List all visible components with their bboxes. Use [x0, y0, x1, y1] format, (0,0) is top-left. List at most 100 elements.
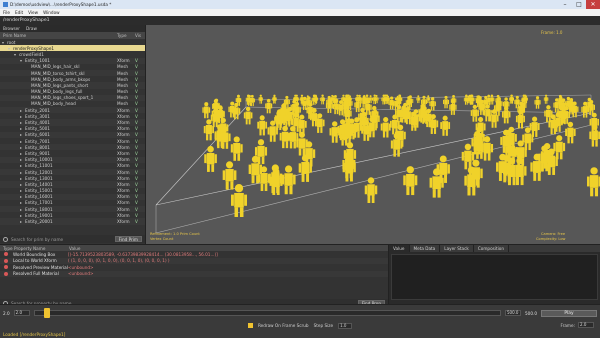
prim-name-label: Entity_4001 — [25, 120, 50, 126]
step-size-field[interactable]: 1.0 — [338, 322, 353, 329]
column-vis[interactable]: Vis — [135, 33, 145, 38]
prim-vis-toggle[interactable]: V — [135, 95, 145, 100]
prim-name-label: Entity_7001 — [25, 138, 50, 144]
maximize-button[interactable]: □ — [572, 0, 586, 9]
prim-vis-toggle[interactable]: V — [135, 132, 145, 137]
prim-vis-toggle[interactable]: V — [135, 58, 145, 63]
tab-value[interactable]: Value — [389, 245, 410, 252]
prim-search-input[interactable]: Search for prim by name — [11, 237, 112, 242]
prim-vis-toggle[interactable]: V — [135, 77, 145, 82]
prim-tree-row[interactable]: MAN_MID_legs_shoes_sport_1 Mesh V — [0, 94, 145, 101]
play-button[interactable]: Play — [541, 309, 597, 317]
prim-vis-toggle[interactable]: V — [135, 157, 145, 162]
close-button[interactable]: ✕ — [586, 0, 600, 9]
prim-tree-row[interactable]: ▸ Entity_11001 Xform V — [0, 163, 145, 169]
prim-vis-toggle[interactable]: V — [135, 126, 145, 131]
prim-vis-toggle[interactable]: V — [135, 188, 145, 193]
prim-tree-row[interactable]: MAN_MID_legs_pants_short Mesh V — [0, 82, 145, 89]
prim-tree-row[interactable]: ▸ Entity_8001 Xform V — [0, 144, 145, 151]
prim-tree-row[interactable]: ▸ Entity_3001 Xform V — [0, 113, 145, 119]
prim-tree-row[interactable]: MAN_MID_body_arms_bkops Mesh V — [0, 76, 145, 82]
prim-path-field[interactable]: /renderProxyShape1 — [3, 18, 50, 23]
prim-vis-toggle[interactable]: V — [135, 108, 145, 113]
prim-vis-toggle[interactable]: V — [135, 89, 145, 94]
tab-composition[interactable]: Composition — [474, 245, 509, 252]
prim-tree-row[interactable]: ▸ Entity_2001 Xform V — [0, 107, 145, 114]
frame-field[interactable]: 2.0 — [578, 322, 594, 328]
prim-tree-row[interactable]: ▸ Entity_15001 Xform V — [0, 188, 145, 194]
property-row[interactable]: World Bounding Box [(-15.7139523803589, -… — [0, 251, 388, 258]
prim-type-cell: Xform — [117, 138, 130, 144]
prim-vis-toggle[interactable]: V — [135, 139, 145, 144]
property-row[interactable]: Local to World Xform ( (1, 0, 0, 0), (0, … — [0, 257, 388, 264]
prim-type-cell: Xform — [117, 200, 130, 206]
prim-tree-row[interactable]: ▸ Entity_12001 Xform V — [0, 168, 145, 176]
prim-tree-row[interactable]: ▸ Entity_13001 Xform V — [0, 175, 145, 181]
prim-vis-toggle[interactable]: V — [135, 219, 145, 224]
prim-vis-toggle[interactable]: V — [135, 182, 145, 187]
prim-tree-row[interactable]: MAN_MID_legs_hair_skl Mesh V — [0, 64, 145, 70]
prim-vis-toggle[interactable]: V — [135, 83, 145, 88]
prim-tree-row[interactable]: ▸ Entity_18001 Xform V — [0, 206, 145, 213]
find-prim-button[interactable]: Find Prim — [114, 236, 142, 242]
prim-vis-toggle[interactable]: V — [135, 114, 145, 119]
column-type[interactable]: Type — [117, 33, 135, 38]
prim-tree-row[interactable]: MAN_MID_body_head Mesh V — [0, 101, 145, 107]
prim-tree-row[interactable]: ▸ Entity_10001 Xform V — [0, 156, 145, 163]
prim-tree-row[interactable]: ▾ Entity_1001 Xform V — [0, 57, 145, 64]
prim-vis-toggle[interactable]: V — [135, 101, 145, 106]
range-start-field[interactable]: 2.0 — [13, 310, 30, 316]
tab-layer-stack[interactable]: Layer Stack — [440, 245, 474, 252]
column-prop-name[interactable]: Property Name — [14, 246, 69, 251]
time-slider[interactable] — [33, 308, 501, 318]
prim-tree-row[interactable]: ▸ Entity_7001 Xform V — [0, 138, 145, 144]
prim-tree-row[interactable]: ▸ Entity_6001 Xform V — [0, 131, 145, 138]
prim-vis-toggle[interactable]: V — [135, 170, 145, 175]
prim-tree-row[interactable]: ▸ Entity_9001 Xform V — [0, 150, 145, 156]
prim-vis-toggle[interactable]: V — [135, 163, 145, 168]
viewport-canvas[interactable]: Frame: 1.0 Refinement: 1.0 Prim Count Ve… — [146, 25, 600, 244]
prim-tree-row[interactable]: MAN_MID_body_legs_full Mesh V — [0, 89, 145, 95]
prim-tree-row[interactable]: ▸ Entity_4001 Xform V — [0, 119, 145, 126]
prim-type-cell: Mesh — [117, 76, 129, 82]
menu-view[interactable]: View — [28, 10, 38, 15]
column-prop-type[interactable]: Type — [0, 246, 14, 251]
prim-vis-toggle[interactable]: V — [135, 176, 145, 181]
prim-name-cell: ▾ renderProxyShape1 — [0, 46, 117, 51]
menu-file[interactable]: File — [3, 10, 10, 15]
prim-vis-toggle[interactable]: V — [135, 200, 145, 205]
column-prim-name[interactable]: Prim Name — [0, 33, 117, 38]
range-end-field[interactable]: 500.0 — [505, 310, 521, 316]
prim-vis-toggle[interactable]: V — [135, 71, 145, 76]
time-slider-handle[interactable] — [43, 308, 50, 318]
prim-vis-toggle[interactable]: V — [135, 120, 145, 125]
tab-draw[interactable]: Draw — [26, 26, 37, 31]
prim-vis-toggle[interactable]: V — [135, 213, 145, 218]
column-prop-value[interactable]: Value — [69, 246, 81, 251]
prim-tree-row[interactable]: ▸ Entity_20001 Xform V — [0, 218, 145, 225]
prim-vis-toggle[interactable]: V — [135, 145, 145, 150]
prim-tree-row[interactable]: MAN_MID_torso_tshirt_skl Mesh V — [0, 69, 145, 77]
browser-tabs: Browser Draw — [0, 25, 145, 32]
menu-edit[interactable]: Edit — [15, 10, 23, 15]
prim-type-cell: Xform — [117, 169, 130, 175]
property-row[interactable]: Resolved Preview Material <unbound> — [0, 264, 388, 271]
prim-tree-row[interactable]: ▸ Entity_5001 Xform V — [0, 126, 145, 132]
menu-window[interactable]: Window — [43, 10, 60, 15]
tab-browser[interactable]: Browser — [3, 26, 20, 31]
tab-meta-data[interactable]: Meta Data — [410, 245, 441, 252]
prim-tree-row[interactable]: ▸ Entity_17001 Xform V — [0, 200, 145, 206]
prim-name-label: Entity_16001 — [25, 194, 53, 200]
redraw-on-scrub-checkbox[interactable] — [247, 323, 253, 328]
prim-vis-toggle[interactable]: V — [135, 151, 145, 156]
property-row[interactable]: Resolved Full Material <unbound> — [0, 270, 388, 277]
prim-tree-row[interactable]: ▸ Entity_14001 Xform V — [0, 181, 145, 188]
prim-vis-toggle[interactable]: V — [135, 64, 145, 69]
prim-tree-row[interactable]: ▸ Entity_16001 Xform V — [0, 193, 145, 200]
prim-name-cell: ▸ Entity_3001 — [0, 114, 117, 119]
prim-vis-toggle[interactable]: V — [135, 194, 145, 199]
minimize-button[interactable]: – — [558, 0, 572, 9]
prim-vis-toggle[interactable]: V — [135, 207, 145, 212]
3d-viewport[interactable]: Frame: 1.0 Refinement: 1.0 Prim Count Ve… — [145, 25, 600, 244]
prim-tree-row[interactable]: ▸ Entity_19001 Xform V — [0, 212, 145, 218]
